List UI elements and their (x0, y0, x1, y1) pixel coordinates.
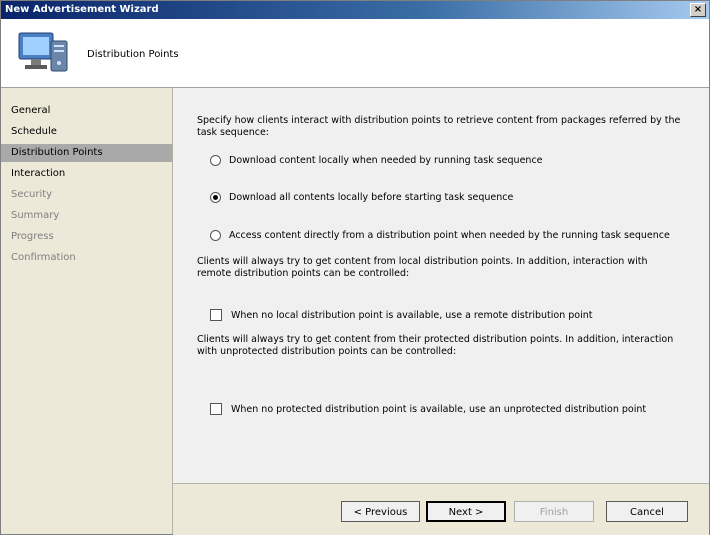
option-label: Download all contents locally before sta… (229, 192, 514, 203)
option-access-directly[interactable]: Access content directly from a distribut… (210, 230, 670, 241)
cancel-button[interactable]: Cancel (606, 501, 688, 522)
wizard-window: New Advertisement Wizard × Distribution … (0, 0, 710, 535)
window-title: New Advertisement Wizard (5, 4, 159, 15)
checkbox-unprotected-dp[interactable] (210, 403, 222, 415)
finish-button: Finish (514, 501, 594, 522)
sidebar-item-progress: Progress (11, 231, 54, 242)
option-download-all-before[interactable]: Download all contents locally before sta… (210, 192, 513, 203)
wizard-header: Distribution Points (1, 19, 709, 88)
sidebar-item-schedule[interactable]: Schedule (1, 123, 172, 141)
previous-button[interactable]: < Previous (341, 501, 420, 522)
wizard-content (173, 88, 709, 483)
sidebar-item-security: Security (11, 189, 53, 200)
protected-note-text: Clients will always try to get content f… (197, 334, 674, 357)
option-label: Access content directly from a distribut… (229, 230, 670, 241)
checkbox-remote-dp[interactable] (210, 309, 222, 321)
title-bar[interactable]: New Advertisement Wizard × (1, 1, 709, 19)
close-button[interactable]: × (690, 3, 706, 17)
radio-download-all-before[interactable] (210, 192, 221, 203)
option-download-when-needed[interactable]: Download content locally when needed by … (210, 155, 543, 166)
unprotected-dp-checkbox[interactable]: When no protected distribution point is … (210, 403, 646, 415)
remote-note-text: Clients will always try to get content f… (197, 256, 648, 279)
sidebar-item-confirmation: Confirmation (11, 252, 76, 263)
intro-text: Specify how clients interact with distri… (197, 115, 681, 138)
checkbox-label: When no local distribution point is avai… (231, 309, 593, 321)
checkbox-label: When no protected distribution point is … (231, 403, 647, 415)
remote-dp-checkbox[interactable]: When no local distribution point is avai… (210, 309, 593, 321)
option-label: Download content locally when needed by … (229, 155, 543, 166)
page-title: Distribution Points (87, 49, 179, 60)
sidebar-item-distribution-points[interactable]: Distribution Points (1, 144, 172, 162)
sidebar-item-interaction[interactable]: Interaction (1, 165, 172, 183)
radio-download-when-needed[interactable] (210, 155, 221, 166)
sidebar-item-summary: Summary (11, 210, 60, 221)
computer-wizard-icon (18, 32, 68, 72)
sidebar-item-general[interactable]: General (1, 102, 172, 120)
radio-access-directly[interactable] (210, 230, 221, 241)
next-button[interactable]: Next > (426, 501, 506, 522)
wizard-sidebar: General Schedule Distribution Points Int… (1, 88, 173, 534)
